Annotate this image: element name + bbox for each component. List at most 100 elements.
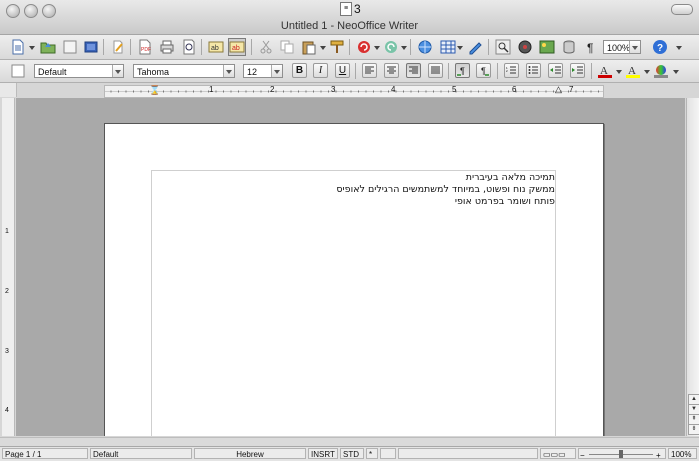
email-document-icon[interactable]	[83, 39, 99, 55]
horizontal-scroll-strip	[0, 437, 699, 446]
vertical-scrollbar[interactable]: ▲ ▼ ⇞ ⇟	[686, 98, 699, 436]
background-color-dropdown-icon[interactable]	[673, 70, 679, 74]
new-document-icon[interactable]	[10, 39, 26, 55]
zoom-combo[interactable]: 100%	[603, 40, 641, 54]
zoom-slider[interactable]: − +	[578, 448, 666, 459]
bullets-button[interactable]	[526, 63, 541, 78]
vruler-mark-3: 3	[5, 348, 9, 355]
cut-icon[interactable]	[258, 39, 274, 55]
font-size-combo[interactable]: 12	[243, 64, 283, 78]
decrease-indent-button[interactable]	[548, 63, 563, 78]
gallery-icon[interactable]	[539, 39, 555, 55]
table-dropdown-icon[interactable]	[457, 46, 463, 50]
status-zoom-percent[interactable]: 100%	[668, 448, 697, 459]
underline-button[interactable]: U	[335, 63, 350, 78]
close-window-button[interactable]	[6, 4, 20, 18]
highlighting-icon[interactable]: A	[625, 63, 641, 79]
increase-indent-button[interactable]	[570, 63, 585, 78]
status-selection-mode[interactable]: STD	[340, 448, 364, 459]
view-layout-icons[interactable]: ▭▭▭	[540, 448, 576, 459]
horizontal-ruler[interactable]: ⌛ 1 2 3 4 5 6 △ 7	[104, 84, 604, 98]
undo-icon[interactable]	[356, 39, 372, 55]
status-signature[interactable]	[380, 448, 396, 459]
right-to-left-button[interactable]: ¶	[476, 63, 491, 78]
ruler-mark-7: 7	[569, 85, 574, 94]
export-pdf-icon[interactable]: PDF	[137, 39, 153, 55]
left-indent-marker[interactable]: ⌛	[149, 85, 160, 96]
background-color-icon[interactable]	[653, 63, 669, 79]
status-insert-mode[interactable]: INSRT	[308, 448, 338, 459]
align-center-button[interactable]	[384, 63, 399, 78]
vertical-ruler[interactable]: 1 2 3 4	[2, 98, 15, 436]
zoom-slider-track: − +	[580, 450, 661, 458]
show-draw-functions-icon[interactable]	[467, 39, 483, 55]
highlighting-dropdown-icon[interactable]	[644, 70, 650, 74]
align-left-button[interactable]	[362, 63, 377, 78]
status-modified: *	[366, 448, 378, 459]
text-area[interactable]: תמיכה מלאה בעיברית ממשק נוח ופשוט, במיוח…	[151, 170, 556, 436]
status-page[interactable]: Page 1 / 1	[2, 448, 88, 459]
document-line-1[interactable]: תמיכה מלאה בעיברית	[466, 172, 555, 183]
paragraph-style-value: Default	[38, 67, 67, 77]
nonprinting-characters-icon[interactable]: ¶	[583, 39, 599, 55]
ruler-corner[interactable]	[0, 83, 17, 97]
open-folder-icon[interactable]	[40, 39, 56, 55]
next-page-button[interactable]: ⇟	[688, 424, 699, 435]
left-to-right-button[interactable]: ¶	[455, 63, 470, 78]
chevron-down-icon[interactable]	[271, 65, 282, 77]
document-proxy-icon[interactable]: ≡	[340, 2, 352, 16]
minimize-window-button[interactable]	[24, 4, 38, 18]
save-icon[interactable]	[62, 39, 78, 55]
font-name-combo[interactable]: Tahoma	[133, 64, 235, 78]
font-color-icon[interactable]: A	[597, 63, 613, 79]
document-line-2[interactable]: ממשק נוח ופשוט, במיוחד למשתמשים הרגילים …	[336, 184, 555, 195]
document-line-3[interactable]: פותח ושומר בפרמט אופי	[455, 196, 555, 207]
toolbar-separator	[448, 63, 449, 79]
bold-button[interactable]: B	[292, 63, 307, 78]
hyperlink-icon[interactable]	[417, 39, 433, 55]
data-sources-icon[interactable]	[561, 39, 577, 55]
zoom-window-button[interactable]	[42, 4, 56, 18]
toolbar-toggle-button[interactable]	[671, 4, 693, 15]
format-paintbrush-icon[interactable]	[329, 39, 345, 55]
table-icon[interactable]	[440, 39, 456, 55]
navigator-icon[interactable]	[517, 39, 533, 55]
chevron-down-icon[interactable]	[629, 41, 640, 53]
copy-icon[interactable]	[279, 39, 295, 55]
redo-dropdown-icon[interactable]	[401, 46, 407, 50]
print-preview-icon[interactable]	[181, 39, 197, 55]
justify-button[interactable]	[428, 63, 443, 78]
new-dropdown-icon[interactable]	[29, 46, 35, 50]
undo-dropdown-icon[interactable]	[374, 46, 380, 50]
document-canvas[interactable]: תמיכה מלאה בעיברית ממשק נוח ופשוט, במיוח…	[16, 98, 685, 436]
status-language[interactable]: Hebrew	[194, 448, 306, 459]
help-icon[interactable]: ?	[652, 39, 668, 55]
window-title: Untitled 1 - NeoOffice Writer	[280, 20, 419, 32]
paste-dropdown-icon[interactable]	[320, 46, 326, 50]
toolbar-overflow-icon[interactable]	[676, 46, 682, 50]
document-number: 3	[354, 2, 361, 16]
toolbar-separator	[251, 39, 252, 55]
italic-button[interactable]: I	[313, 63, 328, 78]
font-color-dropdown-icon[interactable]	[616, 70, 622, 74]
chevron-down-icon[interactable]	[223, 65, 234, 77]
font-name-value: Tahoma	[137, 67, 170, 77]
styles-formatting-icon[interactable]	[10, 63, 26, 79]
right-indent-marker[interactable]: △	[555, 84, 562, 95]
chevron-down-icon[interactable]	[112, 65, 123, 77]
edit-file-icon[interactable]	[110, 39, 126, 55]
toolbar-separator	[488, 39, 489, 55]
redo-icon[interactable]	[383, 39, 399, 55]
spellcheck-icon[interactable]: ab	[208, 39, 224, 55]
status-page-style[interactable]: Default	[90, 448, 192, 459]
formatting-toolbar: Default Tahoma 12 B I U ¶ ¶ 12 A A	[0, 60, 699, 83]
numbering-button[interactable]: 12	[504, 63, 519, 78]
align-right-button[interactable]	[406, 63, 421, 78]
document-page[interactable]: תמיכה מלאה בעיברית ממשק נוח ופשוט, במיוח…	[104, 123, 604, 436]
find-replace-icon[interactable]	[495, 39, 511, 55]
paragraph-style-combo[interactable]: Default	[34, 64, 124, 78]
autospellcheck-toggle-icon[interactable]: ab	[228, 38, 246, 56]
svg-text:¶: ¶	[587, 41, 593, 55]
print-icon[interactable]	[159, 39, 175, 55]
paste-icon[interactable]	[301, 39, 317, 55]
